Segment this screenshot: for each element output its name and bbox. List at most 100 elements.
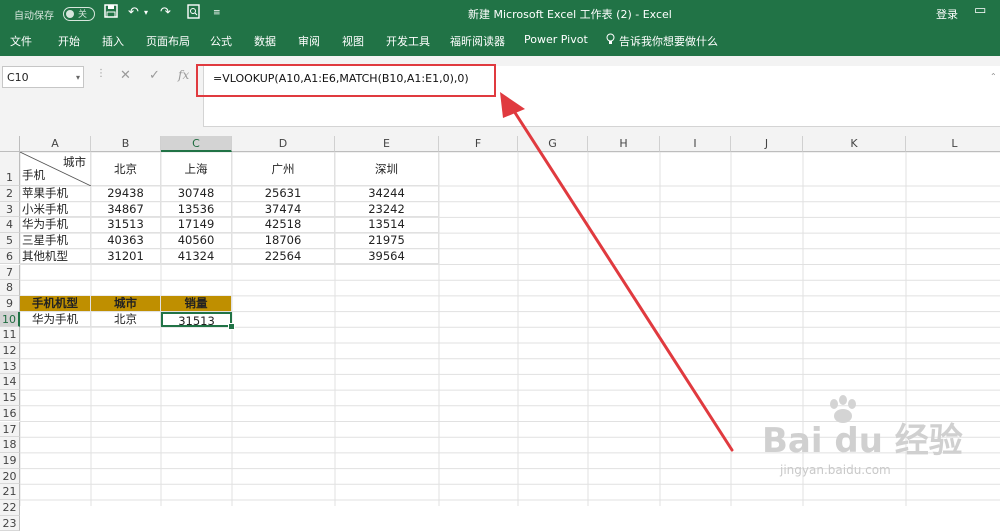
cancel-icon[interactable]: ✕ bbox=[120, 68, 131, 83]
insert-function-icon[interactable]: fx bbox=[178, 68, 189, 82]
column-header-c[interactable]: C bbox=[161, 136, 232, 152]
row-header-10[interactable]: 10 bbox=[0, 311, 20, 328]
sales-value-cell[interactable]: 30748 bbox=[161, 186, 232, 202]
row-header-11[interactable]: 11 bbox=[0, 327, 20, 343]
sales-value-cell[interactable]: 23242 bbox=[335, 201, 439, 218]
sales-value-cell[interactable]: 39564 bbox=[335, 248, 439, 265]
city-header-cell[interactable]: 上海 bbox=[161, 152, 232, 186]
city-header-cell[interactable]: 北京 bbox=[91, 152, 161, 186]
sales-value-cell[interactable]: 34867 bbox=[91, 201, 161, 218]
city-header-cell[interactable]: 广州 bbox=[232, 152, 335, 186]
tab-developer[interactable]: 开发工具 bbox=[386, 33, 430, 49]
sales-value-cell[interactable]: 13536 bbox=[161, 201, 232, 218]
sales-value-cell[interactable]: 42518 bbox=[232, 217, 335, 234]
row-header-15[interactable]: 15 bbox=[0, 390, 20, 406]
tell-me-search[interactable]: 告诉我你想要做什么 bbox=[619, 33, 718, 49]
tab-data[interactable]: 数据 bbox=[254, 33, 276, 49]
row-header-17[interactable]: 17 bbox=[0, 421, 20, 438]
row-header-5[interactable]: 5 bbox=[0, 233, 20, 249]
ribbon-display-icon[interactable]: ▭ bbox=[974, 3, 986, 18]
login-link[interactable]: 登录 bbox=[936, 6, 958, 22]
lookup-value-cell[interactable]: 北京 bbox=[91, 311, 161, 328]
city-header-cell[interactable]: 深圳 bbox=[335, 152, 439, 186]
customize-icon[interactable]: ≡ bbox=[213, 4, 221, 22]
phone-name-cell[interactable]: 苹果手机 bbox=[20, 186, 91, 202]
name-box[interactable]: C10 ▾ bbox=[2, 66, 84, 88]
row-header-8[interactable]: 8 bbox=[0, 280, 20, 296]
sales-value-cell[interactable]: 31201 bbox=[91, 248, 161, 265]
tab-file[interactable]: 文件 bbox=[10, 33, 32, 49]
row-header-18[interactable]: 18 bbox=[0, 437, 20, 453]
phone-name-cell[interactable]: 小米手机 bbox=[20, 201, 91, 218]
row-header-14[interactable]: 14 bbox=[0, 374, 20, 391]
undo-dropdown-icon[interactable]: ▾ bbox=[144, 4, 148, 22]
phone-name-cell[interactable]: 其他机型 bbox=[20, 248, 91, 265]
collapse-formula-icon[interactable]: ⌃ bbox=[990, 72, 997, 81]
tab-formulas[interactable]: 公式 bbox=[210, 33, 232, 49]
column-header-h[interactable]: H bbox=[588, 136, 660, 152]
print-preview-icon[interactable] bbox=[187, 4, 200, 25]
cell-a1-diagonal-header[interactable]: 城市 手机 bbox=[20, 152, 91, 186]
fill-handle[interactable] bbox=[228, 323, 235, 331]
row-header-21[interactable]: 21 bbox=[0, 484, 20, 500]
lookup-header-cell[interactable]: 城市 bbox=[91, 295, 161, 312]
sales-value-cell[interactable]: 31513 bbox=[91, 217, 161, 234]
column-header-b[interactable]: B bbox=[91, 136, 161, 152]
column-header-i[interactable]: I bbox=[660, 136, 731, 152]
sales-value-cell[interactable]: 29438 bbox=[91, 186, 161, 202]
sales-value-cell[interactable]: 34244 bbox=[335, 186, 439, 202]
row-header-22[interactable]: 22 bbox=[0, 500, 20, 516]
tab-page-layout[interactable]: 页面布局 bbox=[146, 33, 190, 49]
tab-insert[interactable]: 插入 bbox=[102, 33, 124, 49]
column-header-a[interactable]: A bbox=[20, 136, 91, 152]
autosave-toggle[interactable]: 关 bbox=[63, 7, 95, 21]
row-header-13[interactable]: 13 bbox=[0, 358, 20, 375]
row-header-16[interactable]: 16 bbox=[0, 405, 20, 422]
row-header-3[interactable]: 3 bbox=[0, 201, 20, 218]
chevron-down-icon[interactable]: ▾ bbox=[76, 67, 80, 89]
column-header-f[interactable]: F bbox=[439, 136, 518, 152]
lookup-header-cell[interactable]: 手机机型 bbox=[20, 295, 91, 312]
row-header-23[interactable]: 23 bbox=[0, 515, 20, 531]
undo-icon[interactable]: ↶ bbox=[128, 4, 139, 22]
phone-name-cell[interactable]: 华为手机 bbox=[20, 217, 91, 234]
tab-home[interactable]: 开始 bbox=[58, 33, 80, 49]
column-header-e[interactable]: E bbox=[335, 136, 439, 152]
row-header-19[interactable]: 19 bbox=[0, 452, 20, 469]
column-header-k[interactable]: K bbox=[803, 136, 906, 152]
sales-value-cell[interactable]: 37474 bbox=[232, 201, 335, 218]
selected-cell-c10[interactable]: 31513 bbox=[161, 311, 232, 328]
row-header-1[interactable]: 1 bbox=[0, 152, 20, 186]
sales-value-cell[interactable]: 18706 bbox=[232, 233, 335, 249]
column-header-l[interactable]: L bbox=[906, 136, 1000, 152]
enter-icon[interactable]: ✓ bbox=[149, 68, 160, 83]
redo-icon[interactable]: ↷ bbox=[160, 4, 171, 22]
row-header-6[interactable]: 6 bbox=[0, 248, 20, 265]
phone-name-cell[interactable]: 三星手机 bbox=[20, 233, 91, 249]
row-header-12[interactable]: 12 bbox=[0, 343, 20, 359]
sales-value-cell[interactable]: 40560 bbox=[161, 233, 232, 249]
column-header-g[interactable]: G bbox=[518, 136, 588, 152]
select-all-corner[interactable] bbox=[0, 136, 20, 152]
row-header-20[interactable]: 20 bbox=[0, 468, 20, 485]
save-icon[interactable] bbox=[104, 4, 118, 24]
sales-value-cell[interactable]: 22564 bbox=[232, 248, 335, 265]
row-header-2[interactable]: 2 bbox=[0, 186, 20, 202]
tab-view[interactable]: 视图 bbox=[342, 33, 364, 49]
sales-value-cell[interactable]: 13514 bbox=[335, 217, 439, 234]
row-header-7[interactable]: 7 bbox=[0, 264, 20, 281]
sales-value-cell[interactable]: 41324 bbox=[161, 248, 232, 265]
column-header-j[interactable]: J bbox=[731, 136, 803, 152]
tab-foxit-reader[interactable]: 福昕阅读器 bbox=[450, 33, 505, 49]
lookup-value-cell[interactable]: 华为手机 bbox=[20, 311, 91, 328]
lookup-header-cell[interactable]: 销量 bbox=[161, 295, 232, 312]
tab-power-pivot[interactable]: Power Pivot bbox=[524, 33, 588, 46]
sales-value-cell[interactable]: 40363 bbox=[91, 233, 161, 249]
tab-review[interactable]: 审阅 bbox=[298, 33, 320, 49]
column-header-d[interactable]: D bbox=[232, 136, 335, 152]
sales-value-cell[interactable]: 25631 bbox=[232, 186, 335, 202]
sales-value-cell[interactable]: 21975 bbox=[335, 233, 439, 249]
sales-value-cell[interactable]: 17149 bbox=[161, 217, 232, 234]
row-header-4[interactable]: 4 bbox=[0, 217, 20, 234]
row-header-9[interactable]: 9 bbox=[0, 295, 20, 312]
